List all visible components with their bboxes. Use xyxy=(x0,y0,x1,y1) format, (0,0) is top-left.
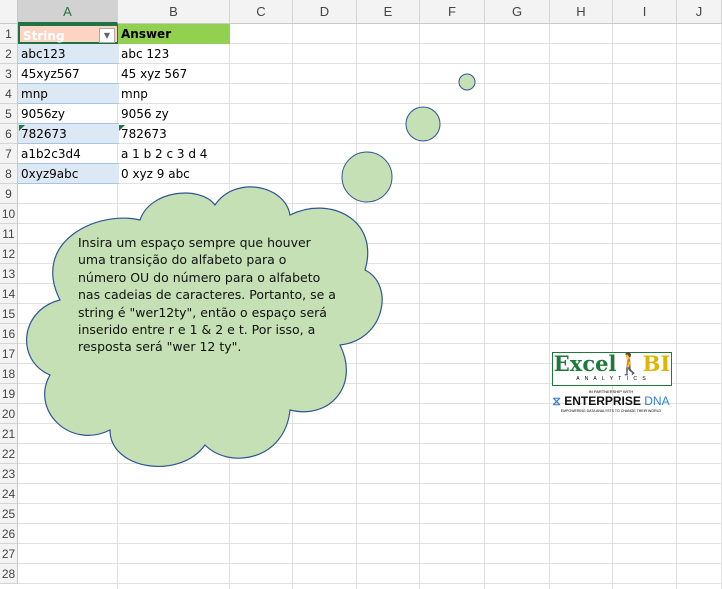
logo-excel-text: Excel xyxy=(553,351,617,376)
logo-dna: DNA xyxy=(644,394,670,408)
dna-helix-icon: ⧖ xyxy=(552,394,561,408)
logo-analytics: A N A L Y T I C S xyxy=(576,376,648,382)
enterprise-dna-logo: IN PARTNERSHIP WITH ⧖ ENTERPRISE DNA EMP… xyxy=(550,389,672,413)
callout-text: Insira um espaço sempre que houver uma t… xyxy=(78,235,336,355)
cloud-bubble-medium xyxy=(405,106,441,142)
cloud-bubble-small xyxy=(458,73,476,91)
cloud-bubble-large xyxy=(341,151,393,203)
logo-enterprise: ENTERPRISE xyxy=(564,394,641,408)
logo-bi-text: BI xyxy=(642,351,671,376)
logo-tagline: EMPOWERING DATA ANALYSTS TO CHANGE THEIR… xyxy=(560,409,662,413)
excelbi-logo: Excel🚶BI A N A L Y T I C S xyxy=(552,352,672,386)
